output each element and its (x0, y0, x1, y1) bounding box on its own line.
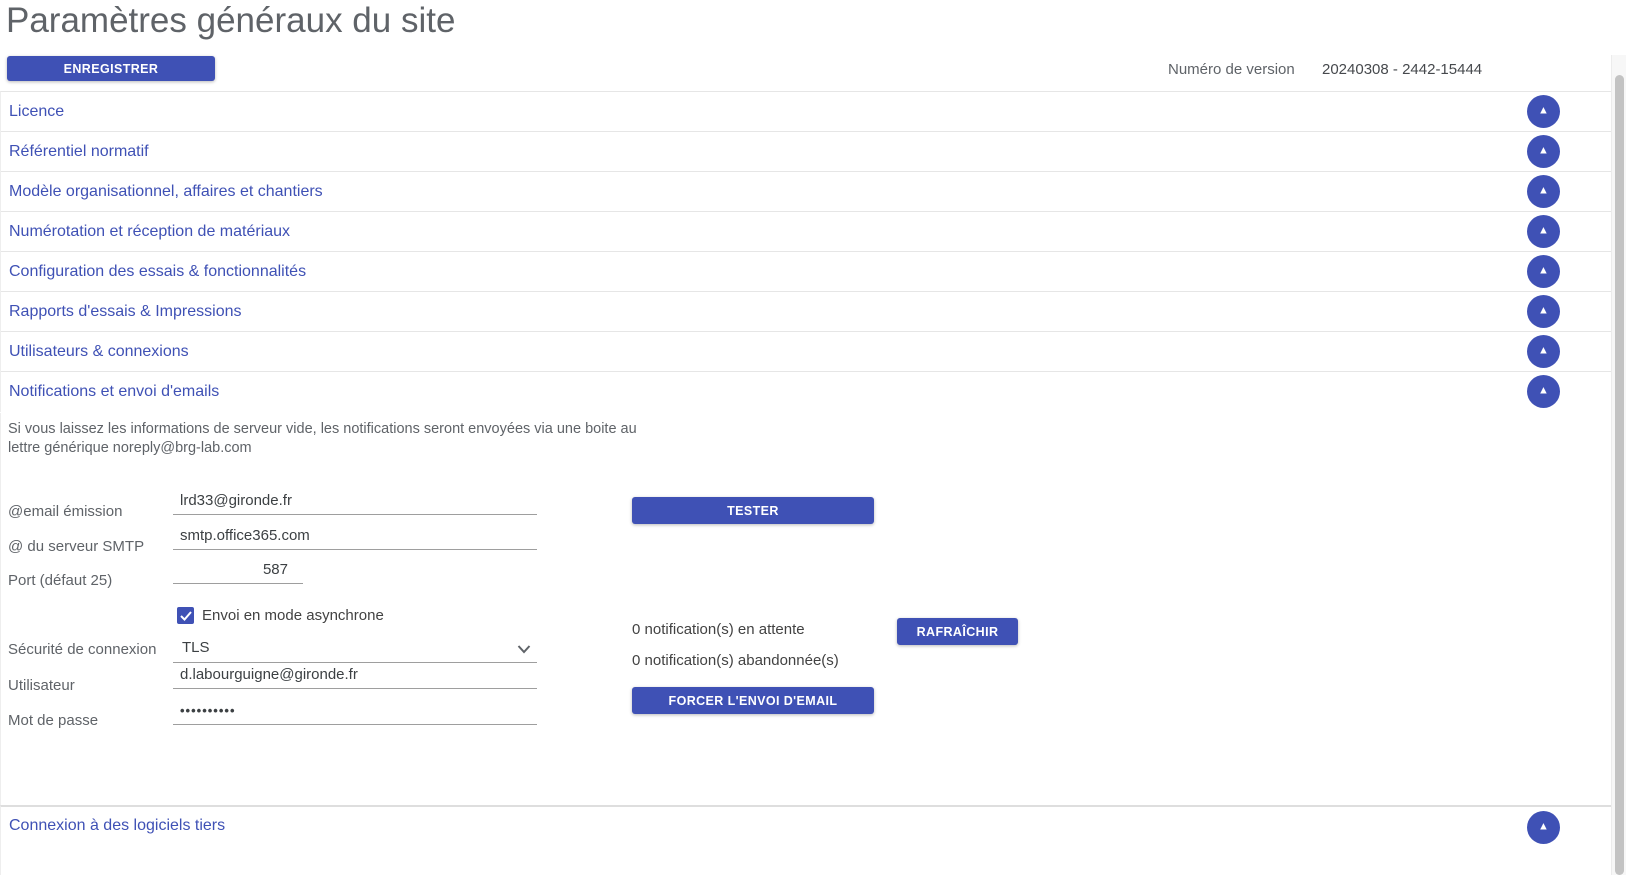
section-title[interactable]: Licence (1, 92, 64, 132)
collapse-section-button[interactable]: ▲ (1527, 811, 1560, 844)
section-row-configuration-essais[interactable]: Configuration des essais & fonctionnalit… (1, 252, 1612, 292)
save-button[interactable]: ENREGISTRER (7, 56, 215, 81)
async-mode-checkbox[interactable] (177, 607, 194, 624)
section-title[interactable]: Référentiel normatif (1, 132, 149, 172)
smtp-server-input[interactable] (173, 524, 537, 550)
collapse-section-button[interactable]: ▲ (1527, 175, 1560, 208)
section-row-notifications[interactable]: Notifications et envoi d'emails ▲ (1, 372, 1612, 412)
triangle-up-icon: ▲ (1538, 146, 1549, 157)
force-send-email-button[interactable]: FORCER L'ENVOI D'EMAIL (632, 687, 874, 714)
async-mode-label: Envoi en mode asynchrone (202, 607, 384, 624)
triangle-up-icon: ▲ (1538, 386, 1549, 397)
settings-page: Paramètres généraux du site ENREGISTRER … (0, 0, 1626, 875)
section-row-rapports[interactable]: Rapports d'essais & Impressions ▲ (1, 292, 1612, 332)
smtp-server-label: @ du serveur SMTP (8, 538, 144, 555)
version-value: 20240308 - 2442-15444 (1322, 61, 1482, 78)
triangle-up-icon: ▲ (1538, 226, 1549, 237)
pending-notifications-status: 0 notification(s) en attente (632, 621, 805, 638)
section-row-logiciels-tiers[interactable]: Connexion à des logiciels tiers ▲ (0, 805, 1612, 875)
section-row-referentiel[interactable]: Référentiel normatif ▲ (1, 132, 1612, 172)
page-title: Paramètres généraux du site (6, 1, 455, 41)
abandoned-notifications-status: 0 notification(s) abandonnée(s) (632, 652, 839, 669)
scrollbar-thumb[interactable] (1615, 75, 1624, 875)
section-title[interactable]: Configuration des essais & fonctionnalit… (1, 252, 306, 292)
server-info-text: Si vous laissez les informations de serv… (8, 421, 637, 437)
section-title[interactable]: Utilisateurs & connexions (1, 332, 189, 372)
section-title[interactable]: Rapports d'essais & Impressions (1, 292, 241, 332)
collapse-section-button[interactable]: ▲ (1527, 375, 1560, 408)
section-row-modele-organisationnel[interactable]: Modèle organisationnel, affaires et chan… (1, 172, 1612, 212)
triangle-up-icon: ▲ (1538, 186, 1549, 197)
security-select[interactable]: TLS (173, 637, 537, 663)
password-input[interactable] (173, 699, 537, 725)
triangle-up-icon: ▲ (1538, 266, 1549, 277)
refresh-button[interactable]: RAFRAÎCHIR (897, 618, 1018, 645)
security-select-value: TLS (182, 639, 210, 656)
collapse-section-button[interactable]: ▲ (1527, 295, 1560, 328)
password-label: Mot de passe (8, 712, 98, 729)
triangle-up-icon: ▲ (1538, 106, 1549, 117)
port-label: Port (défaut 25) (8, 572, 112, 589)
collapse-section-button[interactable]: ▲ (1527, 335, 1560, 368)
section-row-licence[interactable]: Licence ▲ (1, 92, 1612, 132)
section-title[interactable]: Notifications et envoi d'emails (1, 372, 219, 412)
triangle-up-icon: ▲ (1538, 306, 1549, 317)
security-label: Sécurité de connexion (8, 641, 156, 658)
version-label: Numéro de version (1168, 61, 1295, 78)
notifications-panel: Si vous laissez les informations de serv… (0, 413, 1612, 805)
triangle-up-icon: ▲ (1538, 822, 1549, 833)
section-title[interactable]: Modèle organisationnel, affaires et chan… (1, 172, 323, 212)
test-button[interactable]: TESTER (632, 497, 874, 524)
collapse-section-button[interactable]: ▲ (1527, 135, 1560, 168)
section-title[interactable]: Connexion à des logiciels tiers (1, 807, 225, 845)
settings-accordion: Licence ▲ Référentiel normatif ▲ Modèle … (0, 91, 1612, 412)
vertical-scrollbar[interactable] (1611, 55, 1626, 875)
user-input[interactable] (173, 663, 537, 689)
user-label: Utilisateur (8, 677, 75, 694)
collapse-section-button[interactable]: ▲ (1527, 215, 1560, 248)
section-row-numerotation[interactable]: Numérotation et réception de matériaux ▲ (1, 212, 1612, 252)
section-row-utilisateurs[interactable]: Utilisateurs & connexions ▲ (1, 332, 1612, 372)
port-input[interactable] (173, 558, 303, 584)
collapse-section-button[interactable]: ▲ (1527, 255, 1560, 288)
collapse-section-button[interactable]: ▲ (1527, 95, 1560, 128)
section-title[interactable]: Numérotation et réception de matériaux (1, 212, 290, 252)
email-emission-label: @email émission (8, 503, 122, 520)
chevron-down-icon (517, 645, 531, 654)
triangle-up-icon: ▲ (1538, 346, 1549, 357)
checkmark-icon (180, 611, 192, 621)
email-emission-input[interactable] (173, 489, 537, 515)
server-info-text-2: lettre générique noreply@brg-lab.com (8, 440, 252, 456)
